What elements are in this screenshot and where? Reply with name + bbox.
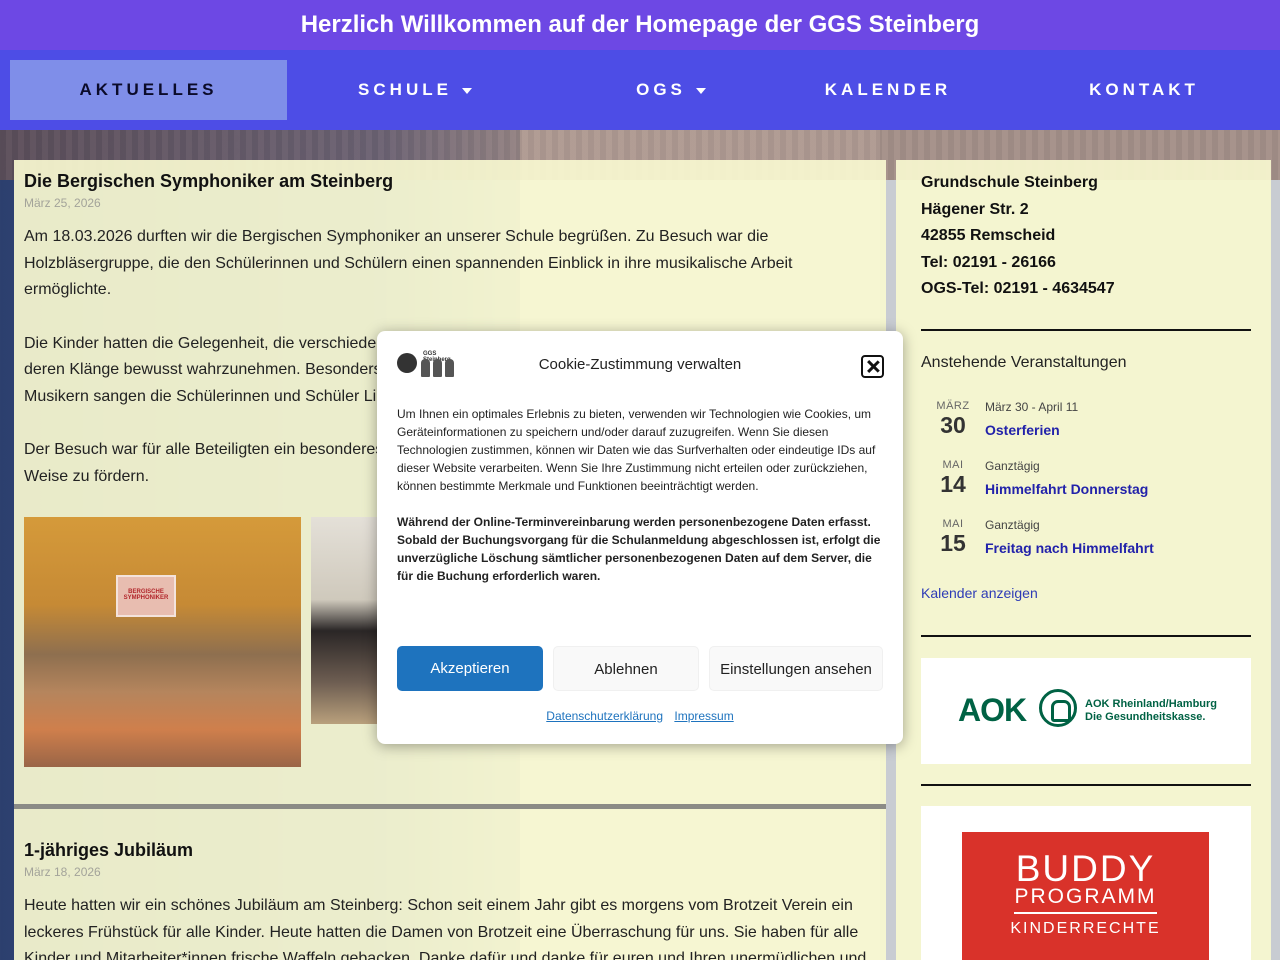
accept-button[interactable]: Akzeptieren bbox=[397, 646, 543, 691]
event-month: MAI bbox=[942, 459, 964, 471]
cookie-consent-dialog: GGS Steinberg Cookie-Zustimmung verwalte… bbox=[377, 331, 903, 744]
event-month: MÄRZ bbox=[936, 400, 970, 412]
sidebar: Grundschule Steinberg Hägener Str. 2 428… bbox=[896, 160, 1271, 960]
projector-screen: BERGISCHE SYMPHONIKER bbox=[116, 575, 176, 617]
aok-logo-text: AOK bbox=[958, 692, 1027, 728]
buddy-line: PROGRAMM bbox=[1014, 885, 1157, 908]
aok-line: Die Gesundheitskasse. bbox=[1085, 711, 1206, 723]
address-line: Grundschule Steinberg bbox=[921, 174, 1098, 191]
event-time: März 30 - April 11 bbox=[985, 400, 1079, 414]
buddy-logo: BUDDY PROGRAMM KINDERRECHTE bbox=[962, 832, 1209, 960]
event-day: 30 bbox=[940, 412, 966, 438]
address-line: Hägener Str. 2 bbox=[921, 200, 1029, 218]
event-day: 14 bbox=[940, 471, 966, 497]
deny-button[interactable]: Ablehnen bbox=[553, 646, 699, 691]
screen-caption: BERGISCHE SYMPHONIKER bbox=[123, 589, 169, 601]
chevron-down-icon bbox=[695, 87, 706, 94]
consent-bold-text: Während der Online-Terminvereinbarung we… bbox=[397, 515, 881, 583]
chevron-down-icon bbox=[461, 87, 472, 94]
buddy-rule bbox=[1014, 912, 1157, 914]
events-title: Anstehende Veranstaltungen bbox=[921, 354, 1127, 371]
privacy-link[interactable]: Datenschutzerklärung bbox=[546, 709, 663, 723]
event-day: 15 bbox=[940, 530, 966, 556]
nav-label: KONTAKT bbox=[1089, 80, 1199, 99]
aok-banner[interactable]: AOK AOK Rheinland/Hamburg Die Gesundheit… bbox=[921, 658, 1251, 764]
event-time: Ganztägig bbox=[985, 459, 1040, 473]
post-body: Heute hatten wir ein schönes Jubiläum am… bbox=[24, 897, 867, 960]
event-time: Ganztägig bbox=[985, 518, 1040, 532]
buddy-line: KINDERRECHTE bbox=[1010, 920, 1161, 937]
site-title: Herzlich Willkommen auf der Homepage der… bbox=[300, 11, 980, 38]
settings-button[interactable]: Einstellungen ansehen bbox=[709, 646, 883, 691]
aok-line: AOK Rheinland/Hamburg bbox=[1085, 698, 1218, 710]
dialog-title: Cookie-Zustimmung verwalten bbox=[538, 356, 742, 373]
event-link[interactable]: Freitag nach Himmelfahrt bbox=[985, 540, 1154, 556]
nav-item-kalender[interactable]: KALENDER bbox=[760, 60, 1016, 120]
post-date: März 25, 2026 bbox=[24, 196, 101, 210]
sidebar-divider bbox=[921, 635, 1251, 637]
nav-item-schule[interactable]: SCHULE bbox=[287, 60, 543, 120]
imprint-link[interactable]: Impressum bbox=[674, 709, 733, 723]
main-nav: AKTUELLES SCHULE OGS KALENDER KONTAKT bbox=[0, 50, 1280, 130]
event-item: MÄRZ 30 März 30 - April 11 Osterferien bbox=[921, 400, 1251, 450]
sidebar-divider bbox=[921, 784, 1251, 786]
address-line: OGS-Tel: 02191 - 4634547 bbox=[921, 280, 1115, 297]
post: 1-jähriges Jubiläum März 18, 2026 Heute … bbox=[24, 840, 874, 960]
site-header: Herzlich Willkommen auf der Homepage der… bbox=[0, 0, 1280, 50]
calendar-link[interactable]: Kalender anzeigen bbox=[921, 585, 1038, 601]
aok-seal-icon bbox=[1039, 689, 1077, 727]
post-divider bbox=[14, 804, 886, 809]
aok-tagline: AOK Rheinland/Hamburg Die Gesundheitskas… bbox=[1085, 698, 1217, 724]
post-photo[interactable]: BERGISCHE SYMPHONIKER bbox=[24, 517, 301, 767]
dialog-links: Datenschutzerklärung Impressum bbox=[377, 709, 903, 723]
nav-label: SCHULE bbox=[358, 80, 452, 99]
nav-label: AKTUELLES bbox=[79, 80, 218, 99]
buddy-line: BUDDY bbox=[1015, 848, 1156, 889]
consent-text: Um Ihnen ein optimales Erlebnis zu biete… bbox=[397, 407, 876, 493]
event-item: MAI 15 Ganztägig Freitag nach Himmelfahr… bbox=[921, 518, 1251, 568]
nav-item-kontakt[interactable]: KONTAKT bbox=[1016, 60, 1272, 120]
buddy-banner[interactable]: BUDDY PROGRAMM KINDERRECHTE bbox=[921, 806, 1251, 960]
nav-label: KALENDER bbox=[824, 80, 952, 99]
event-item: MAI 14 Ganztägig Himmelfahrt Donnerstag bbox=[921, 459, 1251, 509]
post-date: März 18, 2026 bbox=[24, 865, 101, 879]
post-photo[interactable] bbox=[311, 517, 381, 724]
school-address: Grundschule Steinberg Hägener Str. 2 428… bbox=[921, 170, 1115, 303]
post-title[interactable]: Die Bergischen Symphoniker am Steinberg bbox=[24, 171, 874, 192]
nav-item-aktuelles[interactable]: AKTUELLES bbox=[10, 60, 287, 120]
dialog-message: Um Ihnen ein optimales Erlebnis zu biete… bbox=[397, 405, 887, 585]
post-title[interactable]: 1-jähriges Jubiläum bbox=[24, 840, 874, 861]
nav-label: OGS bbox=[636, 80, 686, 99]
event-month: MAI bbox=[942, 518, 964, 530]
address-line: 42855 Remscheid bbox=[921, 227, 1056, 244]
event-link[interactable]: Himmelfahrt Donnerstag bbox=[985, 481, 1148, 497]
close-icon[interactable] bbox=[861, 355, 884, 378]
event-link[interactable]: Osterferien bbox=[985, 422, 1060, 438]
address-line: Tel: 02191 - 26166 bbox=[921, 253, 1056, 271]
sidebar-divider bbox=[921, 329, 1251, 331]
post-paragraph: Am 18.03.2026 durften wir die Bergischen… bbox=[24, 228, 793, 298]
